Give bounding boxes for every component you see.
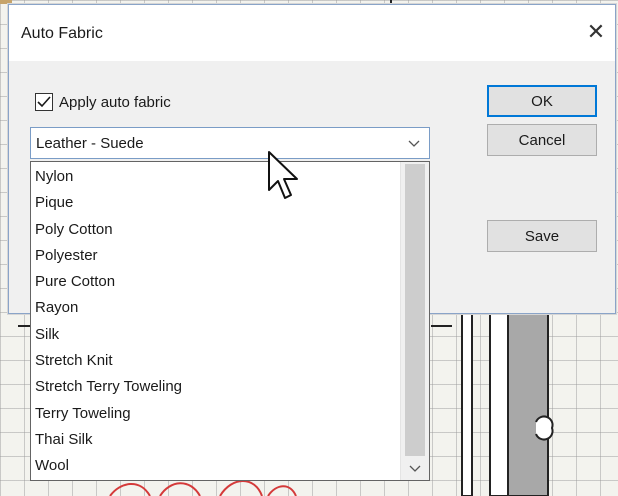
- list-item[interactable]: Pure Cotton: [31, 269, 401, 295]
- scroll-down-arrow-icon[interactable]: [408, 464, 422, 474]
- fabric-select-value: Leather - Suede: [36, 135, 144, 152]
- apply-auto-fabric-label: Apply auto fabric: [59, 93, 171, 111]
- list-item[interactable]: Stretch Knit: [31, 348, 401, 374]
- fabric-dropdown-list[interactable]: Nylon Pique Poly Cotton Polyester Pure C…: [30, 161, 430, 481]
- list-item[interactable]: Polyester: [31, 243, 401, 269]
- list-item[interactable]: Thai Silk: [31, 427, 401, 453]
- list-item[interactable]: Stretch Terry Toweling: [31, 374, 401, 400]
- fabric-select[interactable]: Leather - Suede: [30, 127, 430, 159]
- list-item[interactable]: Terry Toweling: [31, 401, 401, 427]
- check-icon: [37, 96, 51, 108]
- list-item[interactable]: Pique: [31, 190, 401, 216]
- list-item[interactable]: Rayon: [31, 295, 401, 321]
- fabric-options: Nylon Pique Poly Cotton Polyester Pure C…: [31, 164, 401, 480]
- save-button[interactable]: Save: [487, 220, 597, 252]
- ok-button[interactable]: OK: [487, 85, 597, 117]
- apply-auto-fabric-checkbox[interactable]: Apply auto fabric: [35, 93, 171, 111]
- dialog-titlebar: Auto Fabric ✕: [9, 5, 615, 61]
- list-item[interactable]: Poly Cotton: [31, 217, 401, 243]
- list-item[interactable]: Wool: [31, 453, 401, 479]
- mouse-pointer-icon: [268, 151, 298, 199]
- dialog-title: Auto Fabric: [21, 25, 103, 42]
- list-item[interactable]: Nylon: [31, 164, 401, 190]
- scrollbar-thumb[interactable]: [405, 164, 425, 456]
- list-item[interactable]: Silk: [31, 322, 401, 348]
- cancel-button[interactable]: Cancel: [487, 124, 597, 156]
- dropdown-scrollbar[interactable]: [400, 162, 429, 480]
- chevron-down-icon[interactable]: [407, 138, 421, 150]
- close-icon[interactable]: ✕: [583, 19, 609, 45]
- checkbox-box[interactable]: [35, 93, 53, 111]
